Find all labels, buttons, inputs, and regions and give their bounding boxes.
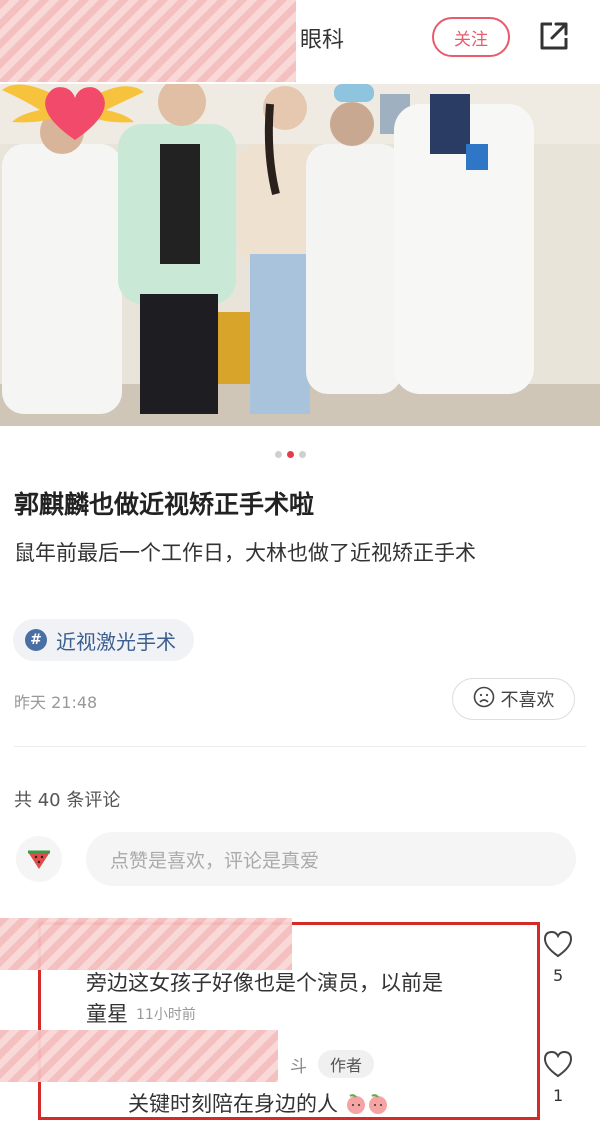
peach-emoji-icon [345,1093,367,1115]
dislike-face-icon [473,686,495,713]
like-count: 5 [553,966,564,985]
redacted-username [0,1030,278,1082]
post-time: 昨天 21:48 [14,693,98,712]
comment-time: 11小时前 [136,1007,196,1023]
comment-text: 旁边这女孩子好像也是个演员，以前是 [86,971,443,995]
carousel-dot[interactable] [299,451,306,458]
author-badge: 作者 [318,1050,375,1078]
hashtag-icon: # [25,629,47,651]
post-body: 鼠年前最后一个工作日，大林也做了近视矫正手术 [14,541,476,565]
share-icon[interactable] [536,18,572,54]
post-title: 郭麒麟也做近视矫正手术啦 [14,490,315,519]
comment-text-continued: 童星 [86,1002,128,1026]
comment-username-tail: 斗 [290,1057,307,1077]
comment-input[interactable]: 点赞是喜欢，评论是真爱 [86,832,576,886]
comment-count: 共 40 条评论 [14,790,121,811]
carousel-dot[interactable] [275,451,282,458]
heart-outline-icon[interactable] [542,1048,574,1080]
heart-outline-icon[interactable] [542,928,574,960]
divider [14,746,586,747]
peach-emoji-icon [367,1093,389,1115]
account-name: 眼科 [300,28,345,53]
watermelon-icon [24,842,54,876]
reply-text-row: 关键时刻陪在身边的人 [128,1088,389,1118]
follow-button[interactable]: 关注 [432,17,510,57]
dislike-label: 不喜欢 [500,690,555,711]
reply-text: 关键时刻陪在身边的人 [128,1092,338,1116]
carousel-dots [275,451,306,458]
topic-tag[interactable]: # 近视激光手术 [13,619,194,661]
dislike-button[interactable]: 不喜欢 [452,678,575,720]
heart-wings-sticker [0,76,146,146]
like-count: 1 [553,1086,564,1105]
topic-tag-label: 近视激光手术 [56,629,176,654]
redacted-username [0,918,292,970]
avatar [16,836,62,882]
carousel-dot-active[interactable] [287,451,294,458]
redacted-username [0,0,296,82]
